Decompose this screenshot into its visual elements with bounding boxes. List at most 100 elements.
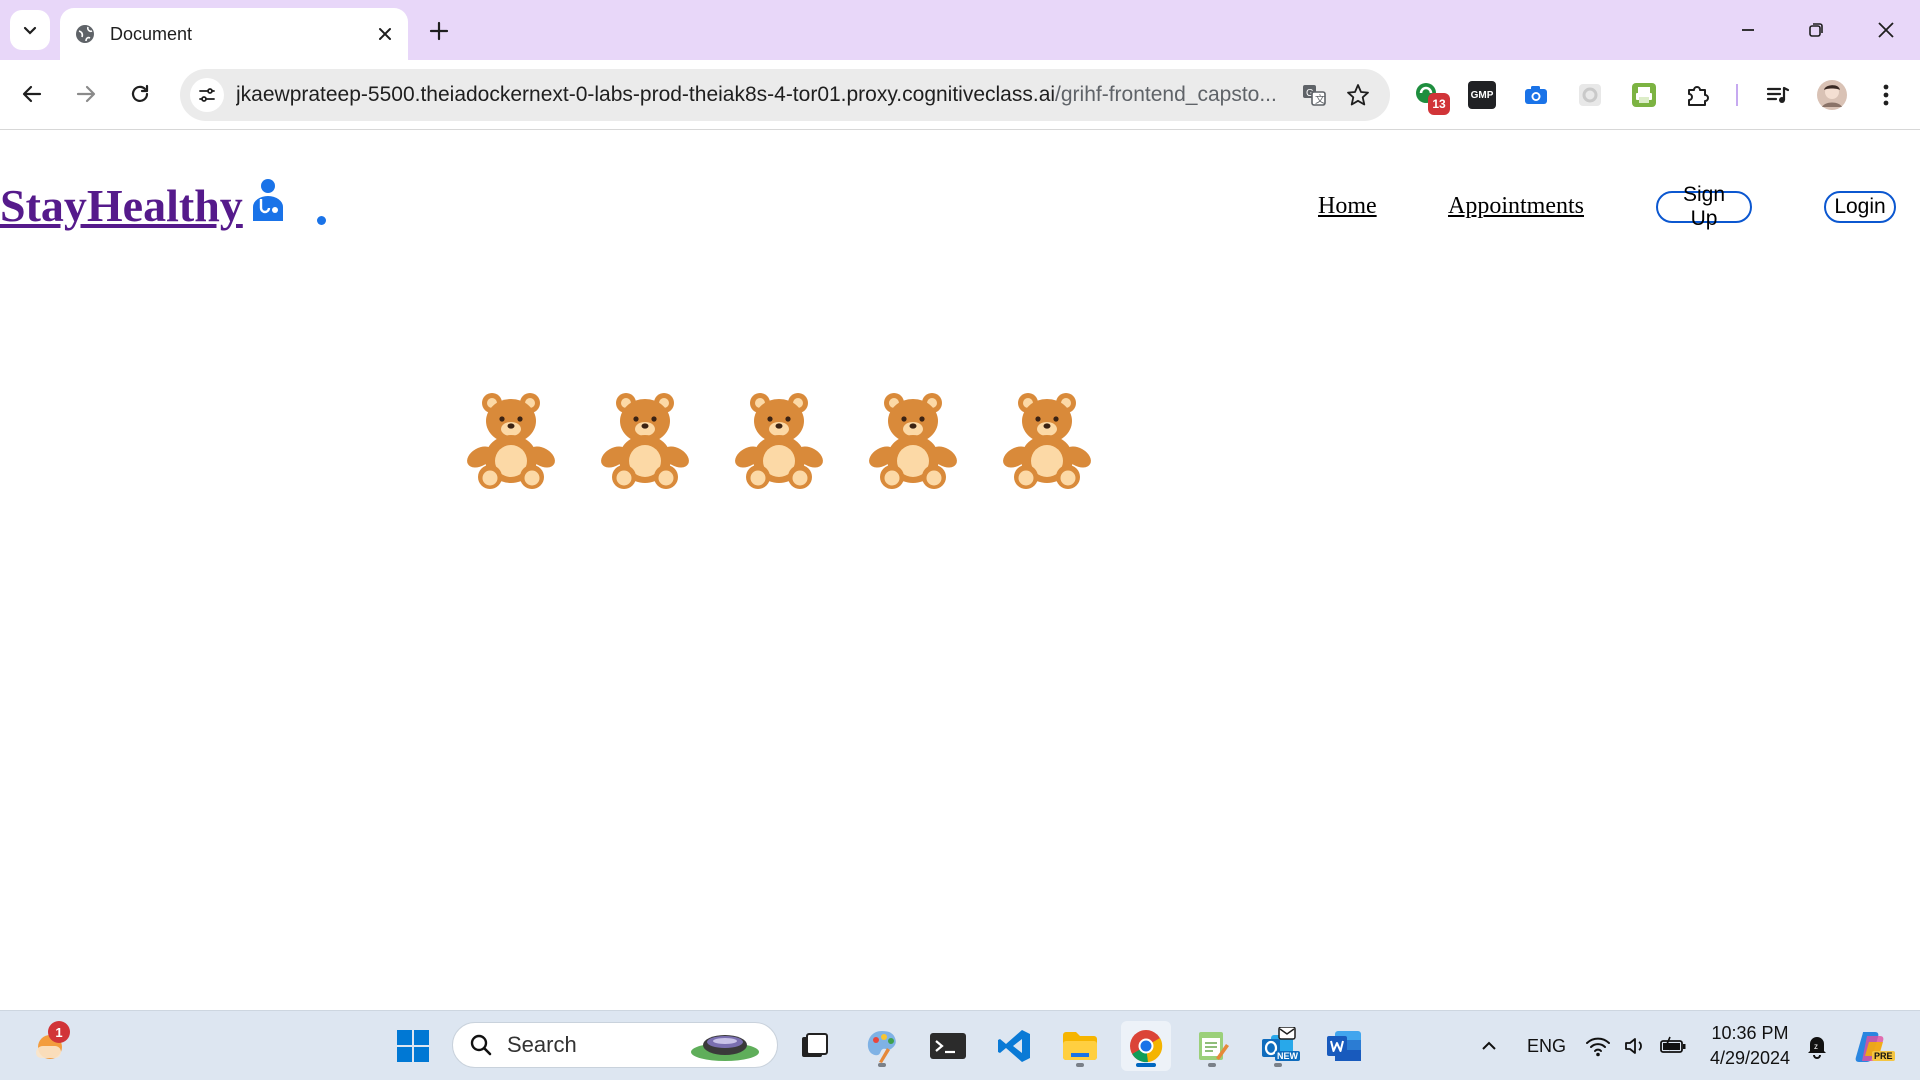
- gmp-icon: GMP: [1468, 81, 1496, 109]
- taskbar-app-outlook[interactable]: NEW: [1253, 1021, 1303, 1071]
- browser-tab-bar: Document: [0, 0, 1920, 60]
- arrow-left-icon: [22, 85, 42, 103]
- close-icon: [1878, 22, 1894, 38]
- extension-printer-button[interactable]: [1626, 77, 1662, 113]
- extension-gmp-button[interactable]: GMP: [1464, 77, 1500, 113]
- more-vertical-icon: [1883, 84, 1889, 106]
- bell-dnd-icon: z: [1808, 1037, 1826, 1059]
- printer-icon: [1632, 83, 1656, 107]
- url-path: /grihf-frontend_capsto...: [1055, 83, 1277, 106]
- restore-icon: [1809, 23, 1823, 37]
- quick-settings-button[interactable]: [1576, 1021, 1696, 1071]
- extension-camera-button[interactable]: [1518, 77, 1554, 113]
- back-button[interactable]: [12, 74, 52, 114]
- copilot-button[interactable]: PRE: [1846, 1021, 1896, 1071]
- extensions-menu-button[interactable]: [1680, 77, 1716, 113]
- login-button[interactable]: Login: [1824, 191, 1896, 223]
- outlook-new-badge: NEW: [1275, 1051, 1300, 1061]
- taskbar-app-vscode[interactable]: [989, 1021, 1039, 1071]
- system-clock[interactable]: 10:36 PM 4/29/2024: [1700, 1021, 1800, 1071]
- taskbar-app-paint[interactable]: [857, 1021, 907, 1071]
- taskbar-app-notepad[interactable]: [1187, 1021, 1237, 1071]
- toolbar-divider: [1736, 84, 1738, 106]
- tune-icon: [199, 88, 215, 102]
- avatar: [1817, 80, 1847, 110]
- taskbar-app-task-view[interactable]: [789, 1021, 839, 1071]
- taskbar-app-terminal[interactable]: [923, 1021, 973, 1071]
- brand-link[interactable]: StayHealthy: [0, 177, 289, 234]
- notifications-button[interactable]: z: [1792, 1021, 1842, 1071]
- browser-tab-active[interactable]: Document: [60, 8, 408, 60]
- extension-green-button[interactable]: 13: [1410, 77, 1450, 115]
- url-text[interactable]: jkaewprateep-5500.theiadockernext-0-labs…: [236, 83, 1288, 107]
- doctor-icon: [247, 177, 289, 234]
- site-info-button[interactable]: [190, 78, 224, 112]
- folder-icon: [1063, 1032, 1097, 1060]
- close-tab-icon[interactable]: [376, 25, 394, 43]
- battery-icon: [1660, 1036, 1686, 1053]
- browser-toolbar: jkaewprateep-5500.theiadockernext-0-labs…: [0, 60, 1920, 130]
- nav-home-link[interactable]: Home: [1318, 193, 1377, 220]
- teddy-bear-icon: [864, 391, 962, 491]
- active-indicator: [1136, 1063, 1156, 1067]
- clock-date: 4/29/2024: [1709, 1048, 1791, 1068]
- paint-palette-icon: [867, 1031, 896, 1063]
- weather-badge: 1: [48, 1021, 70, 1043]
- running-indicator: [878, 1063, 886, 1067]
- weather-widget[interactable]: 1: [24, 1021, 74, 1071]
- task-view-icon: [802, 1033, 828, 1057]
- close-window-button[interactable]: [1852, 0, 1920, 60]
- show-hidden-icons-button[interactable]: [1464, 1021, 1514, 1071]
- sign-up-button[interactable]: Sign Up: [1656, 183, 1752, 230]
- taskbar-app-chrome[interactable]: [1121, 1021, 1171, 1071]
- nav-appointments-link[interactable]: Appointments: [1448, 193, 1584, 220]
- url-host: jkaewprateep-5500.theiadockernext-0-labs…: [236, 83, 1056, 106]
- chrome-icon: [1130, 1030, 1163, 1063]
- volume-icon: [1625, 1038, 1642, 1054]
- gear-icon: [1579, 84, 1601, 106]
- notepad-icon: [1199, 1032, 1229, 1060]
- taskbar-search-placeholder: Search: [507, 1032, 577, 1057]
- brand-dot: [317, 216, 326, 225]
- taskbar-app-word[interactable]: [1319, 1021, 1369, 1071]
- forward-button[interactable]: [66, 74, 106, 114]
- arrow-right-icon: [76, 85, 96, 103]
- reload-icon: [131, 84, 149, 102]
- new-tab-button[interactable]: [422, 14, 456, 48]
- translate-button[interactable]: G文: [1296, 77, 1332, 113]
- extension-gear-button[interactable]: [1572, 77, 1608, 113]
- vscode-icon: [998, 1030, 1030, 1062]
- windows-icon: [397, 1030, 429, 1062]
- bookmark-button[interactable]: [1340, 77, 1376, 113]
- teddy-bear-icon: [730, 391, 828, 491]
- start-button[interactable]: [388, 1021, 438, 1071]
- reload-button[interactable]: [120, 74, 160, 114]
- clock-time: 10:36 PM: [1711, 1023, 1789, 1043]
- taskbar-search-box[interactable]: Search: [452, 1022, 778, 1068]
- address-bar[interactable]: jkaewprateep-5500.theiadockernext-0-labs…: [180, 69, 1390, 121]
- camera-icon: [1525, 86, 1547, 104]
- taskbar-app-file-explorer[interactable]: [1055, 1021, 1105, 1071]
- brand-name: StayHealthy: [0, 180, 243, 231]
- media-controls-button[interactable]: [1760, 77, 1796, 113]
- translate-icon: G文: [1303, 85, 1326, 106]
- plus-icon: [429, 21, 449, 41]
- teddy-bear-row: [462, 391, 1096, 491]
- teddy-bear-icon: [596, 391, 694, 491]
- web-page: StayHealthy Home Appointments Sign Up Lo…: [0, 131, 1920, 1010]
- minimize-icon: [1742, 29, 1754, 31]
- svg-text:z: z: [1814, 1042, 1818, 1051]
- copilot-pre-badge: PRE: [1872, 1051, 1895, 1061]
- minimize-button[interactable]: [1714, 0, 1782, 60]
- star-icon: [1347, 84, 1369, 106]
- puzzle-icon: [1688, 86, 1709, 106]
- profile-button[interactable]: [1814, 77, 1850, 113]
- restore-button[interactable]: [1782, 0, 1850, 60]
- browser-menu-button[interactable]: [1868, 77, 1904, 113]
- tab-search-button[interactable]: [10, 10, 50, 50]
- extension-badge: 13: [1428, 93, 1450, 115]
- running-indicator: [1076, 1063, 1084, 1067]
- running-indicator: [1208, 1063, 1216, 1067]
- chevron-up-icon: [1482, 1041, 1496, 1050]
- input-language[interactable]: ENG: [1527, 1011, 1566, 1081]
